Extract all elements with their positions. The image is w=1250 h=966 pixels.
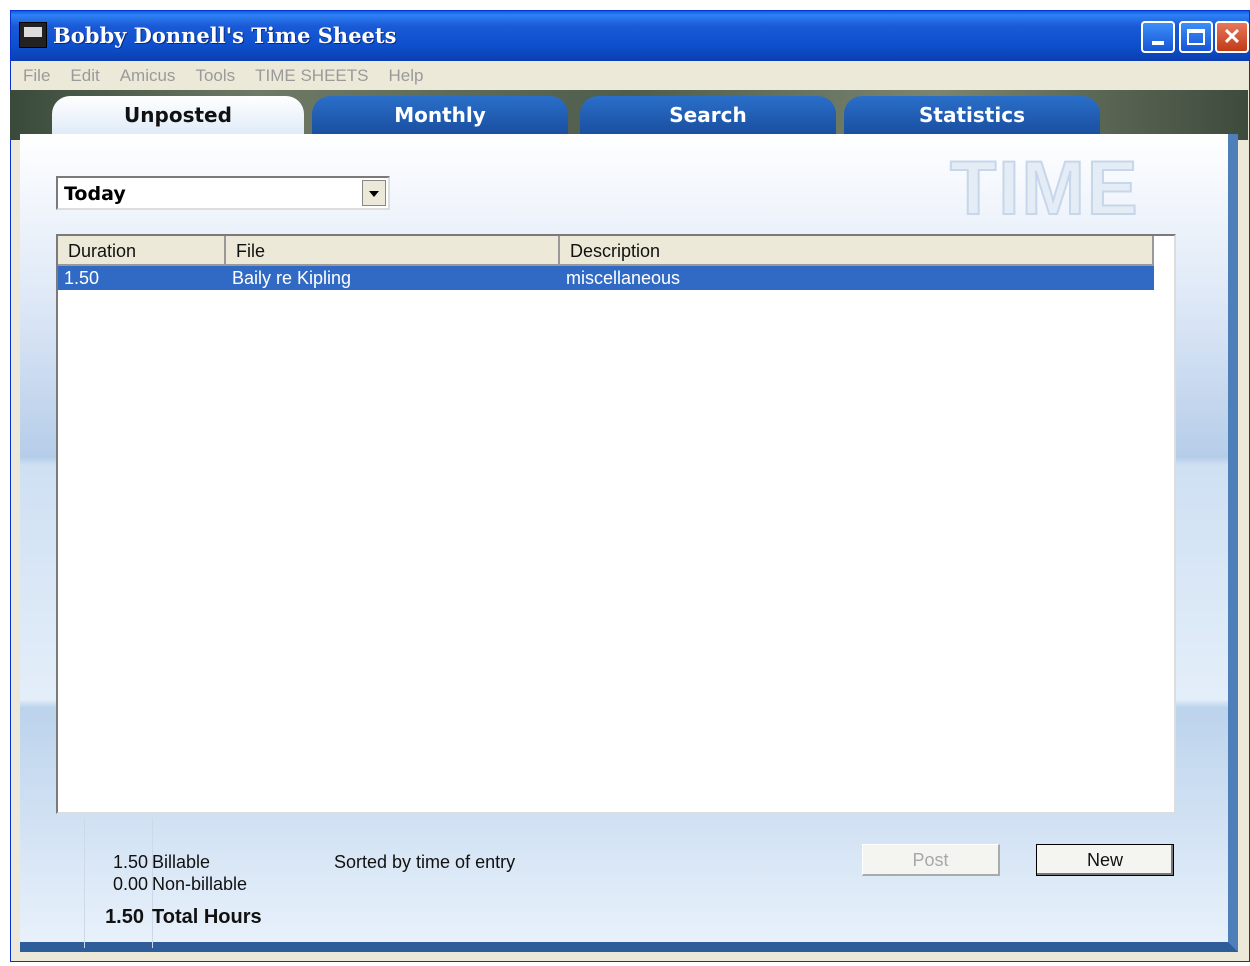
period-dropdown[interactable]: Today xyxy=(56,176,390,210)
dropdown-arrow-icon[interactable] xyxy=(362,180,386,206)
billable-hours-value: 1.50 xyxy=(112,852,148,872)
post-button[interactable]: Post xyxy=(862,844,1000,876)
cell-duration: 1.50 xyxy=(64,268,100,288)
time-logo: TIME xyxy=(949,145,1140,232)
window-title: Bobby Donnell's Time Sheets xyxy=(53,23,397,48)
app-icon xyxy=(19,22,47,48)
cell-description: miscellaneous xyxy=(566,268,681,288)
new-button[interactable]: New xyxy=(1036,844,1174,876)
table-row[interactable]: 1.50 Baily re Kipling miscellaneous xyxy=(58,266,1154,290)
footer-divider xyxy=(84,818,85,948)
menu-amicus[interactable]: Amicus xyxy=(120,66,176,86)
period-dropdown-value: Today xyxy=(64,183,126,205)
menu-time-sheets[interactable]: TIME SHEETS xyxy=(255,66,368,86)
minimize-button[interactable] xyxy=(1141,21,1175,53)
nonbillable-hours-label: Non-billable xyxy=(152,874,248,894)
minimize-icon xyxy=(1152,41,1164,45)
menu-help[interactable]: Help xyxy=(388,66,423,86)
total-hours-value: 1.50 xyxy=(105,906,144,928)
cell-file: Baily re Kipling xyxy=(232,268,352,288)
sort-status: Sorted by time of entry xyxy=(334,852,516,872)
menu-tools[interactable]: Tools xyxy=(195,66,235,86)
nonbillable-hours-value: 0.00 xyxy=(112,874,148,894)
close-button[interactable]: ✕ xyxy=(1215,21,1249,53)
menu-bar: File Edit Amicus Tools TIME SHEETS Help xyxy=(11,61,1249,91)
menu-file[interactable]: File xyxy=(23,66,50,86)
maximize-icon xyxy=(1187,29,1205,45)
list-header: Duration File Description xyxy=(58,236,1154,266)
total-hours-label: Total Hours xyxy=(152,906,262,928)
column-header-file[interactable]: File xyxy=(226,236,560,266)
close-icon: ✕ xyxy=(1222,24,1242,49)
billable-hours-label: Billable xyxy=(152,852,211,872)
maximize-button[interactable] xyxy=(1179,21,1213,53)
column-header-description[interactable]: Description xyxy=(560,236,1154,266)
column-header-duration[interactable]: Duration xyxy=(58,236,226,266)
menu-edit[interactable]: Edit xyxy=(70,66,99,86)
time-entries-list[interactable]: Duration File Description 1.50 Baily re … xyxy=(56,234,1176,814)
title-bar[interactable]: Bobby Donnell's Time Sheets ✕ xyxy=(11,11,1249,61)
